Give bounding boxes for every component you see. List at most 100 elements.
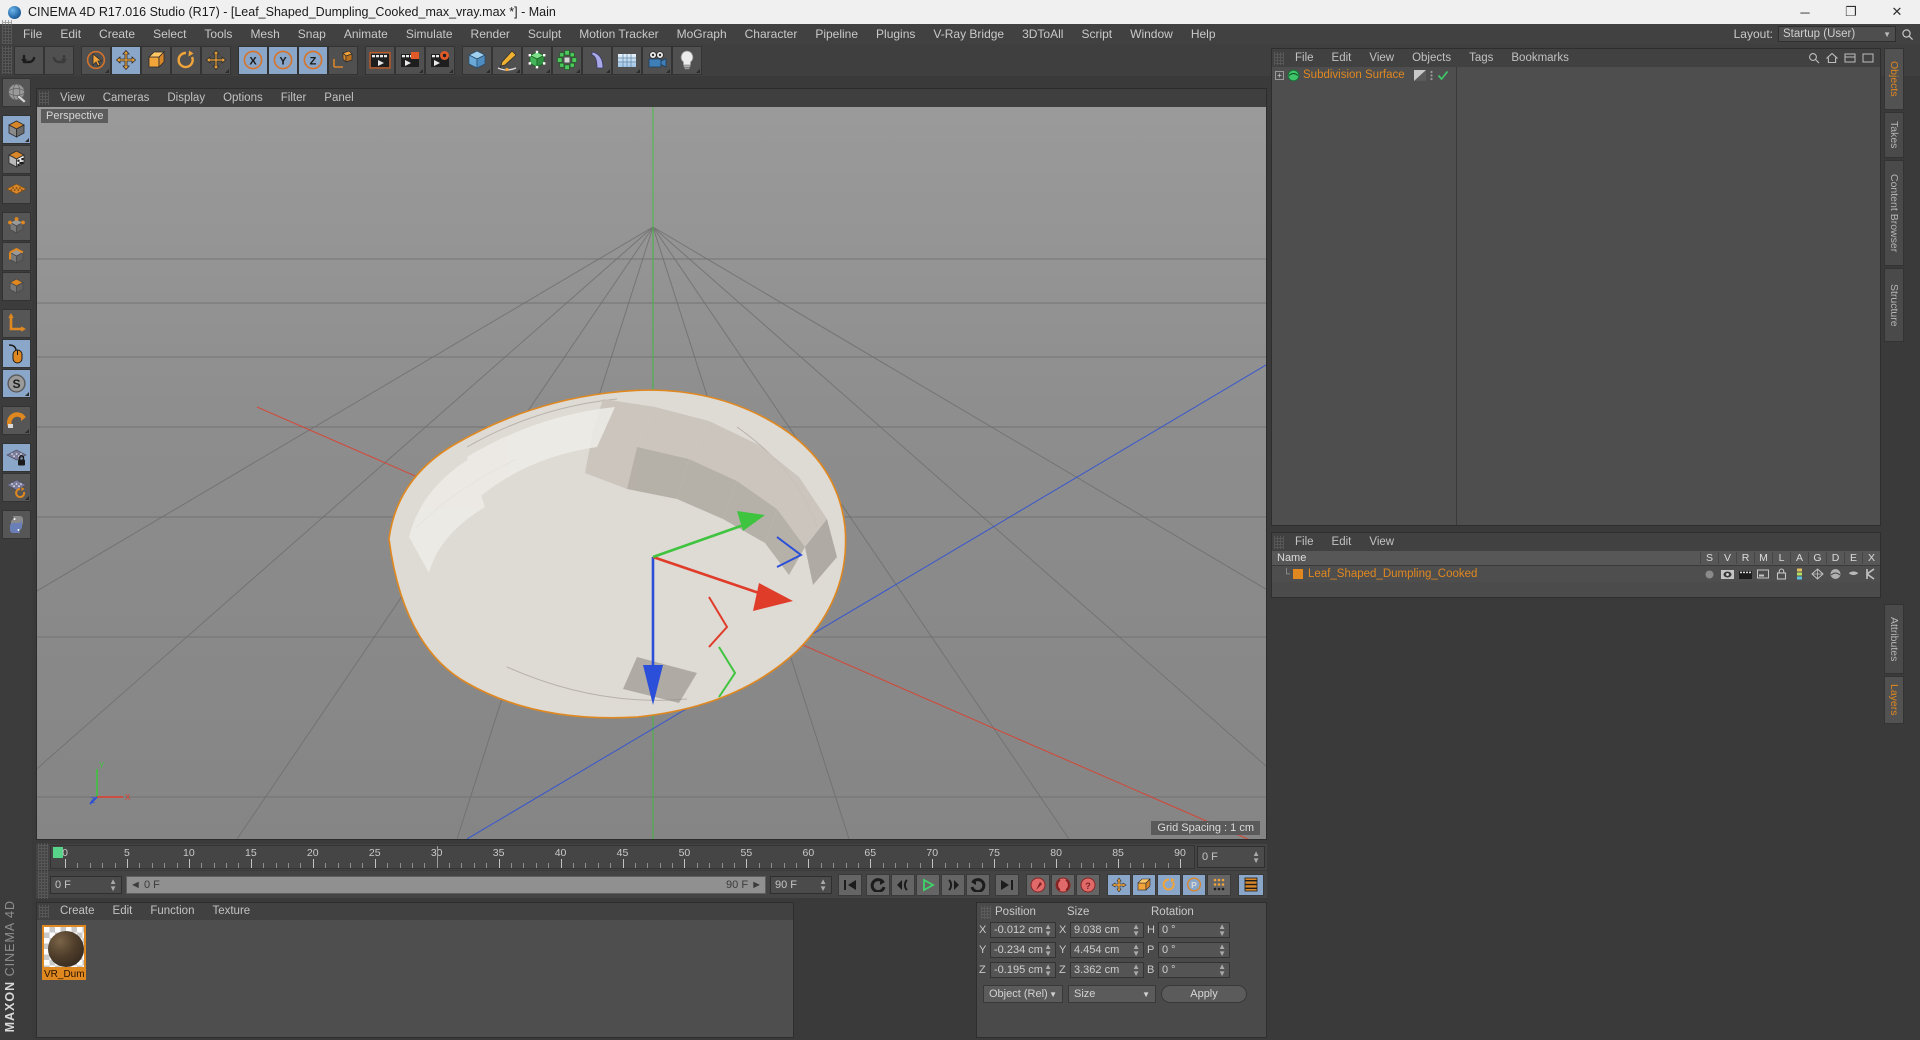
side-tab-content-browser[interactable]: Content Browser [1884,160,1904,266]
make-editable-button[interactable] [1,78,31,107]
key-position-button[interactable] [1107,873,1131,896]
object-menu-file[interactable]: File [1286,49,1323,67]
scale-tool-button[interactable] [141,45,171,75]
go-to-end-button[interactable] [995,873,1019,896]
python-script-button[interactable] [1,510,31,539]
keyframe-selection-button[interactable]: ? [1076,873,1100,896]
object-manager-grip-handle[interactable] [1274,51,1284,65]
menu-item-character[interactable]: Character [736,24,807,44]
checkmark-icon[interactable] [1437,70,1449,81]
layer-deformer-toggle[interactable] [1826,568,1844,580]
axis-z-toggle-button[interactable]: Z [298,45,328,75]
layer-column-d[interactable]: D [1826,552,1844,564]
object-manager-attribute-area[interactable] [1457,67,1880,525]
apply-button[interactable]: Apply [1161,985,1247,1003]
workplane-align-button[interactable] [1,473,31,502]
menu-item-render[interactable]: Render [462,24,519,44]
layer-column-s[interactable]: S [1700,552,1718,564]
size-x-field[interactable]: 9.038 cm ▲ ▼ [1070,922,1144,938]
play-button[interactable] [916,873,940,896]
menu-item-v-ray-bridge[interactable]: V-Ray Bridge [924,24,1013,44]
edges-mode-button[interactable] [1,242,31,271]
material-item[interactable]: VR_Dum [42,925,86,980]
current-frame-field[interactable]: 0 F ▲ ▼ [50,875,122,894]
layer-menu-edit[interactable]: Edit [1323,533,1361,551]
menu-item-select[interactable]: Select [144,24,195,44]
spinner-icon[interactable]: ▲ ▼ [1044,963,1052,978]
texture-mode-button[interactable] [1,145,31,174]
menu-item-sculpt[interactable]: Sculpt [519,24,570,44]
coordinates-grip-handle[interactable] [981,905,991,919]
menu-item-create[interactable]: Create [90,24,144,44]
key-rotation-button[interactable] [1157,873,1181,896]
minimize-button[interactable]: ─ [1782,0,1828,24]
polygons-mode-button[interactable] [1,272,31,301]
spinner-icon[interactable]: ▲ ▼ [1044,923,1052,938]
spinner-icon[interactable]: ▲ ▼ [109,877,117,892]
object-menu-tags[interactable]: Tags [1460,49,1502,67]
viewport-menu-options[interactable]: Options [214,89,272,107]
material-list[interactable]: VR_Dum [37,920,793,1037]
timeline-frame-field[interactable]: 0 F ▲ ▼ [1197,846,1265,868]
object-menu-objects[interactable]: Objects [1403,49,1460,67]
mouse-tool-button[interactable] [1,339,31,368]
layer-column-x[interactable]: X [1862,552,1880,564]
viewport-menu-filter[interactable]: Filter [272,89,316,107]
timeline-grip-handle[interactable] [38,843,48,871]
menu-item-animate[interactable]: Animate [335,24,397,44]
layer-menu-view[interactable]: View [1360,533,1403,551]
menu-item-3dtoall[interactable]: 3DToAll [1013,24,1072,44]
snap-settings-button[interactable]: S [1,369,31,398]
expand-icon[interactable] [1862,52,1874,64]
side-tab-objects[interactable]: Objects [1884,48,1904,110]
viewport-grip-handle[interactable] [39,91,49,105]
material-menu-create[interactable]: Create [51,903,104,920]
object-menu-bookmarks[interactable]: Bookmarks [1502,49,1578,67]
position-y-field[interactable]: -0.234 cm ▲ ▼ [990,942,1056,958]
add-generator-button[interactable] [522,45,552,75]
material-thumbnail[interactable] [42,925,86,969]
side-tab-structure[interactable]: Structure [1884,268,1904,342]
layer-column-l[interactable]: L [1772,552,1790,564]
menu-item-plugins[interactable]: Plugins [867,24,924,44]
material-grip-handle[interactable] [39,905,49,918]
axis-y-toggle-button[interactable]: Y [268,45,298,75]
object-menu-view[interactable]: View [1360,49,1403,67]
maximize-button[interactable]: ❐ [1828,0,1874,24]
menu-item-help[interactable]: Help [1182,24,1225,44]
viewport-menu-cameras[interactable]: Cameras [94,89,159,107]
layer-render-toggle[interactable] [1736,569,1754,580]
layer-xref-toggle[interactable] [1862,568,1880,580]
layer-column-r[interactable]: R [1736,552,1754,564]
key-pla-button[interactable] [1207,873,1231,896]
menu-item-mograph[interactable]: MoGraph [668,24,736,44]
spinner-icon[interactable]: ▲ ▼ [1132,943,1140,958]
go-to-previous-key-button[interactable] [866,873,890,896]
viewport-canvas[interactable]: Perspective Grid Spacing : 1 cm Y X Z [37,107,1266,839]
layer-lock-toggle[interactable] [1772,568,1790,580]
timeline-ruler[interactable]: 051015202530354045505560657075808590 [50,845,1195,869]
object-row[interactable]: + Subdivision Surface [1272,67,1456,83]
step-forward-button[interactable] [941,873,965,896]
size-y-field[interactable]: 4.454 cm ▲ ▼ [1070,942,1144,958]
spinner-icon[interactable]: ▲ ▼ [1252,850,1260,865]
menu-item-script[interactable]: Script [1072,24,1121,44]
go-to-start-button[interactable] [838,873,862,896]
object-tree[interactable]: + Subdivision Surface [1272,67,1457,525]
close-button[interactable]: ✕ [1874,0,1920,24]
key-parameter-button[interactable]: P [1182,873,1206,896]
layer-column-e[interactable]: E [1844,552,1862,564]
viewport-menu-panel[interactable]: Panel [315,89,362,107]
side-tab-attributes[interactable]: Attributes [1884,604,1904,674]
layer-manager-grip-handle[interactable] [1274,535,1284,549]
move-tool-button[interactable] [111,45,141,75]
open-timeline-button[interactable] [1238,873,1264,896]
spinner-icon[interactable]: ▲ ▼ [819,877,827,892]
spinner-icon[interactable]: ▲ ▼ [1044,943,1052,958]
menu-item-pipeline[interactable]: Pipeline [806,24,867,44]
material-menu-texture[interactable]: Texture [203,903,259,920]
key-scale-button[interactable] [1132,873,1156,896]
rotation-h-field[interactable]: 0 ° ▲ ▼ [1158,922,1230,938]
add-camera-button[interactable] [642,45,672,75]
layer-column-m[interactable]: M [1754,552,1772,564]
